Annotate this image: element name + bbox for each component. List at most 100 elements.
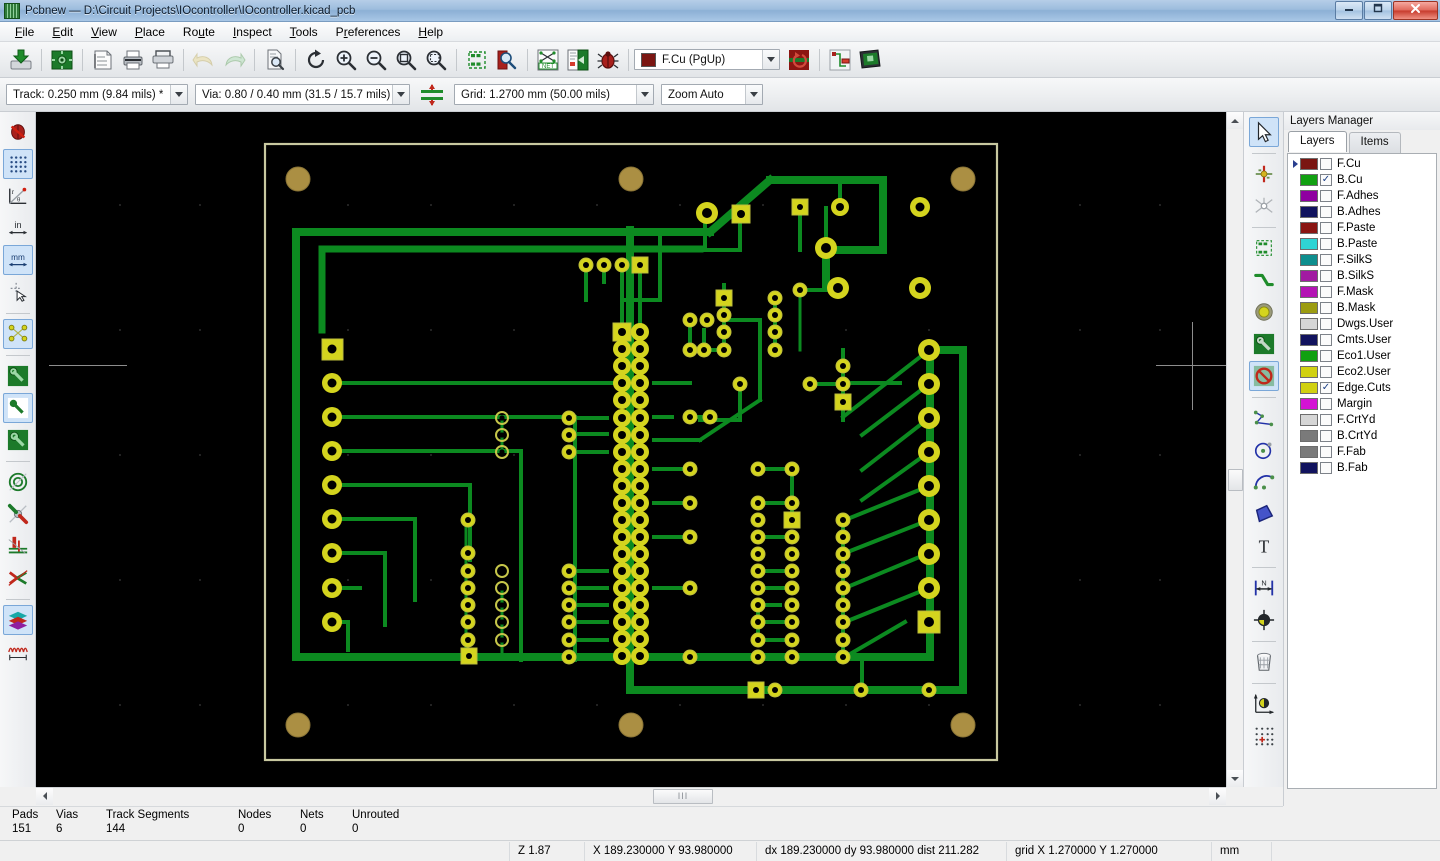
layer-row[interactable]: B.Fab bbox=[1288, 460, 1436, 476]
layer-visibility-checkbox[interactable] bbox=[1320, 158, 1332, 170]
flip-board-icon[interactable] bbox=[785, 46, 813, 74]
layer-visibility-checkbox[interactable] bbox=[1320, 254, 1332, 266]
layer-row[interactable]: F.Paste bbox=[1288, 220, 1436, 236]
layer-row[interactable]: ✓B.Cu bbox=[1288, 172, 1436, 188]
menu-file[interactable]: File bbox=[6, 23, 43, 41]
layer-visibility-checkbox[interactable] bbox=[1320, 222, 1332, 234]
select-tool-icon[interactable] bbox=[1249, 117, 1279, 147]
chevron-down-icon[interactable] bbox=[392, 85, 409, 104]
canvas-vscrollbar[interactable] bbox=[1226, 112, 1243, 787]
tab-layers[interactable]: Layers bbox=[1288, 131, 1347, 152]
add-circle-icon[interactable] bbox=[1249, 435, 1279, 465]
drc-icon[interactable] bbox=[594, 46, 622, 74]
track-width-selector[interactable]: Track: 0.250 mm (9.84 mils) * bbox=[6, 84, 188, 105]
layer-row[interactable]: F.CrtYd bbox=[1288, 412, 1436, 428]
layer-visibility-checkbox[interactable] bbox=[1320, 270, 1332, 282]
zoom-fit-icon[interactable] bbox=[392, 46, 420, 74]
layer-color-swatch[interactable] bbox=[1300, 254, 1318, 266]
add-zone-icon[interactable] bbox=[1249, 329, 1279, 359]
chevron-down-icon[interactable] bbox=[762, 50, 779, 69]
add-keepout-icon[interactable] bbox=[1249, 361, 1279, 391]
layer-visibility-checkbox[interactable] bbox=[1320, 190, 1332, 202]
find-icon[interactable] bbox=[261, 46, 289, 74]
grid-toggle-icon[interactable] bbox=[3, 149, 33, 179]
add-polygon-icon[interactable] bbox=[1249, 499, 1279, 529]
layer-color-swatch[interactable] bbox=[1300, 446, 1318, 458]
route-track-icon[interactable] bbox=[1249, 265, 1279, 295]
footprint-viewer-icon[interactable] bbox=[493, 46, 521, 74]
layer-visibility-checkbox[interactable] bbox=[1320, 238, 1332, 250]
layer-color-swatch[interactable] bbox=[1300, 238, 1318, 250]
layer-visibility-checkbox[interactable] bbox=[1320, 446, 1332, 458]
via-sketch-icon[interactable] bbox=[3, 425, 33, 455]
layer-color-swatch[interactable] bbox=[1300, 302, 1318, 314]
zone-outline-icon[interactable] bbox=[3, 467, 33, 497]
layer-visibility-checkbox[interactable] bbox=[1320, 398, 1332, 410]
layer-color-swatch[interactable] bbox=[1300, 350, 1318, 362]
layer-row[interactable]: F.SilkS bbox=[1288, 252, 1436, 268]
units-inches-icon[interactable]: in bbox=[3, 213, 33, 243]
layer-row[interactable]: F.Cu bbox=[1288, 156, 1436, 172]
tab-items[interactable]: Items bbox=[1349, 132, 1401, 153]
update-pcb-icon[interactable] bbox=[564, 46, 592, 74]
redo-icon[interactable] bbox=[220, 46, 248, 74]
layer-color-swatch[interactable] bbox=[1300, 334, 1318, 346]
layer-color-swatch[interactable] bbox=[1300, 414, 1318, 426]
via-size-selector[interactable]: Via: 0.80 / 0.40 mm (31.5 / 15.7 mils) * bbox=[195, 84, 410, 105]
layer-row[interactable]: B.CrtYd bbox=[1288, 428, 1436, 444]
board-setup-icon[interactable] bbox=[48, 46, 76, 74]
layer-color-swatch[interactable] bbox=[1300, 206, 1318, 218]
chevron-down-icon[interactable] bbox=[636, 85, 653, 104]
zoom-in-icon[interactable] bbox=[332, 46, 360, 74]
show-ratsnest-icon[interactable] bbox=[3, 319, 33, 349]
layer-row[interactable]: Eco2.User bbox=[1288, 364, 1436, 380]
layer-color-swatch[interactable] bbox=[1300, 318, 1318, 330]
polar-coords-icon[interactable]: r θ bbox=[3, 181, 33, 211]
3d-viewer-icon[interactable] bbox=[856, 46, 884, 74]
scroll-up-arrow[interactable] bbox=[1227, 112, 1244, 129]
print-icon[interactable] bbox=[119, 46, 147, 74]
menu-inspect[interactable]: Inspect bbox=[224, 23, 281, 41]
undo-icon[interactable] bbox=[190, 46, 218, 74]
pcb-canvas[interactable] bbox=[36, 112, 1243, 787]
layer-color-swatch[interactable] bbox=[1300, 398, 1318, 410]
layer-color-swatch[interactable] bbox=[1300, 462, 1318, 474]
layer-visibility-checkbox[interactable] bbox=[1320, 430, 1332, 442]
chevron-down-icon[interactable] bbox=[745, 85, 762, 104]
layer-color-swatch[interactable] bbox=[1300, 158, 1318, 170]
vscroll-thumb[interactable] bbox=[1228, 469, 1243, 491]
zoom-area-icon[interactable] bbox=[422, 46, 450, 74]
layer-visibility-checkbox[interactable] bbox=[1320, 318, 1332, 330]
scroll-down-arrow[interactable] bbox=[1227, 770, 1244, 787]
layer-row[interactable]: Margin bbox=[1288, 396, 1436, 412]
layer-visibility-checkbox[interactable] bbox=[1320, 286, 1332, 298]
scroll-right-arrow[interactable] bbox=[1209, 788, 1226, 805]
layer-color-swatch[interactable] bbox=[1300, 174, 1318, 186]
menu-view[interactable]: View bbox=[82, 23, 126, 41]
layers-list[interactable]: F.Cu✓B.CuF.AdhesB.AdhesF.PasteB.PasteF.S… bbox=[1287, 153, 1437, 789]
layer-visibility-checkbox[interactable] bbox=[1320, 302, 1332, 314]
delete-item-icon[interactable] bbox=[1249, 647, 1279, 677]
add-footprint-icon[interactable] bbox=[1249, 233, 1279, 263]
canvas-hscrollbar[interactable]: III bbox=[36, 787, 1226, 804]
add-arc-icon[interactable] bbox=[1249, 467, 1279, 497]
menu-tools[interactable]: Tools bbox=[281, 23, 327, 41]
grid-size-selector[interactable]: Grid: 1.2700 mm (50.00 mils) bbox=[454, 84, 654, 105]
units-mm-icon[interactable]: mm bbox=[3, 245, 33, 275]
add-via-icon[interactable] bbox=[1249, 297, 1279, 327]
layer-color-swatch[interactable] bbox=[1300, 222, 1318, 234]
layer-visibility-checkbox[interactable] bbox=[1320, 462, 1332, 474]
layer-color-swatch[interactable] bbox=[1300, 286, 1318, 298]
layer-row[interactable]: ✓Edge.Cuts bbox=[1288, 380, 1436, 396]
track-sketch-icon[interactable] bbox=[3, 393, 33, 423]
active-layer-selector[interactable]: F.Cu (PgUp) bbox=[634, 49, 780, 70]
layer-color-swatch[interactable] bbox=[1300, 366, 1318, 378]
layer-row[interactable]: F.Fab bbox=[1288, 444, 1436, 460]
zoom-out-icon[interactable] bbox=[362, 46, 390, 74]
chevron-down-icon[interactable] bbox=[170, 85, 187, 104]
plot-icon[interactable] bbox=[149, 46, 177, 74]
menu-edit[interactable]: Edit bbox=[43, 23, 82, 41]
drc-off-icon[interactable] bbox=[3, 117, 33, 147]
layer-color-swatch[interactable] bbox=[1300, 190, 1318, 202]
layer-row[interactable]: B.SilkS bbox=[1288, 268, 1436, 284]
